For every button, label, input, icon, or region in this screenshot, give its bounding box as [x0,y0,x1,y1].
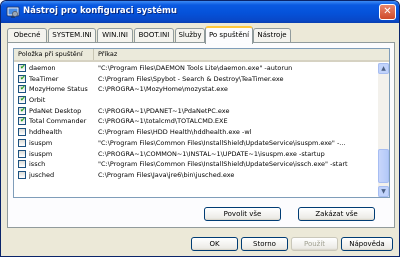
tab-services[interactable]: Služby [175,28,205,43]
column-header-command[interactable]: Příkaz [94,49,379,60]
tab-boot-ini[interactable]: BOOT.INI [134,28,174,43]
startup-item-name: Orbit [29,96,46,105]
ok-button[interactable]: OK [191,237,238,251]
checkmark-icon: ✔ [20,95,26,104]
checkmark-icon: ✔ [20,73,26,82]
startup-item-checkbox[interactable] [18,160,26,169]
enable-all-button[interactable]: Povolit vše [204,207,281,221]
startup-item-name: MozyHome Status [29,85,88,94]
scroll-up-arrow-icon[interactable]: ▲ [378,63,389,74]
startup-items-list[interactable]: Položka při spuštění Příkaz ✔ daemon "C:\P… [13,48,390,198]
startup-item-name: hddhealth [29,128,62,137]
startup-item-command: C:\Program Files\Spybot - Search & Destr… [98,74,284,83]
list-item[interactable]: ✔ Orbit [14,95,378,106]
startup-item-name: daemon [29,64,56,72]
close-button[interactable]: ✕ [379,4,396,20]
list-item[interactable]: issch "C:\Program Files\Common Files\Inst… [14,159,378,170]
checkmark-icon: ✔ [20,84,26,93]
startup-item-checkbox[interactable]: ✔ [18,63,26,72]
disable-all-button[interactable]: Zakázat vše [298,207,375,221]
checkmark-icon: ✔ [20,116,26,125]
startup-item-name: Total Commander [29,117,87,126]
startup-item-name: TeaTimer [29,74,59,83]
system-config-app-icon [6,5,20,19]
startup-item-checkbox[interactable]: ✔ [18,84,26,94]
list-item[interactable]: ✔ daemon "C:\Program Files\DAEMON Tools Li… [14,63,378,74]
apply-button: Použít [291,237,338,251]
startup-item-checkbox[interactable]: ✔ [18,95,26,105]
startup-item-name: isuspm [29,149,53,158]
startup-item-checkbox[interactable] [18,170,26,179]
cancel-button[interactable]: Storno [241,237,288,251]
startup-item-command: C:\Program Files\HDD Health\hddhealth.ex… [98,128,252,137]
list-rows: ✔ daemon "C:\Program Files\DAEMON Tools Li… [14,63,378,181]
startup-item-name: issch [29,160,46,169]
tab-tools[interactable]: Nástroje [253,28,291,43]
startup-item-command: C:\Program Files\Java\jre6\bin\jusched.e… [98,170,235,179]
startup-item-checkbox[interactable] [18,138,26,147]
startup-item-command: C:\PROGRA~1\PDANET~1\PdaNetPC.exe [98,106,230,115]
help-button[interactable]: Nápověda [341,237,393,251]
startup-item-command: C:\PROGRA~1\MozyHome\mozystat.exe [98,85,228,94]
system-config-window: Nástroj pro konfiguraci systému ✕ Obecné… [0,0,400,257]
startup-item-checkbox[interactable]: ✔ [18,105,26,115]
checkmark-icon: ✔ [20,105,26,114]
startup-item-command: "C:\Program Files\Common Files\InstallSh… [98,160,348,169]
startup-item-checkbox[interactable] [18,128,26,137]
tab-strip: Obecné SYSTEM.INI WIN.INI BOOT.INI Služb… [7,26,395,44]
title-bar[interactable]: Nástroj pro konfiguraci systému ✕ [1,1,399,23]
window-title: Nástroj pro konfiguraci systému [23,6,177,16]
list-item[interactable]: jusched C:\Program Files\Java\jre6\bin\ju… [14,170,378,181]
column-header-startup-item[interactable]: Položka při spuštění [14,49,94,60]
list-item[interactable]: ✔ Total Commander C:\PROGRA~1\totalcmd\TOT… [14,116,378,127]
startup-item-name: isuspm [29,138,53,147]
list-item[interactable]: isuspm C:\PROGRA~1\COMMON~1\INSTAL~1\UPDA… [14,149,378,160]
scroll-thumb[interactable] [378,149,389,183]
startup-item-checkbox[interactable]: ✔ [18,116,26,126]
startup-item-checkbox[interactable]: ✔ [18,73,26,83]
tab-general[interactable]: Obecné [7,28,47,43]
startup-item-checkbox[interactable] [18,149,26,158]
checkmark-icon: ✔ [20,63,26,71]
startup-item-command: C:\PROGRA~1\totalcmd\TOTALCMD.EXE [98,117,228,126]
list-header: Položka při spuštění Příkaz [14,49,389,62]
list-item[interactable]: hddhealth C:\Program Files\HDD Health\hdd… [14,127,378,138]
tab-startup[interactable]: Po spuštění [205,26,253,44]
startup-item-name: PdaNet Desktop [29,106,82,115]
tab-system-ini[interactable]: SYSTEM.INI [48,28,96,43]
startup-item-command: "C:\Program Files\DAEMON Tools Lite\daem… [98,64,293,72]
startup-item-name: jusched [29,170,55,179]
list-item[interactable]: ✔ PdaNet Desktop C:\PROGRA~1\PDANET~1\PdaN… [14,106,378,117]
tab-win-ini[interactable]: WIN.INI [97,28,133,43]
list-item[interactable]: isuspm "C:\Program Files\Common Files\Ins… [14,138,378,149]
list-item[interactable]: ✔ TeaTimer C:\Program Files\Spybot - Searc… [14,74,378,85]
startup-tab-panel: Položka při spuštění Příkaz ✔ daemon "C:\P… [7,42,395,228]
vertical-scrollbar[interactable]: ▲ ▼ [378,63,389,197]
startup-item-command: "C:\Program Files\Common Files\InstallSh… [98,138,346,147]
scroll-down-arrow-icon[interactable]: ▼ [378,186,389,197]
startup-item-command: C:\PROGRA~1\COMMON~1\INSTAL~1\UPDATE~1\i… [98,149,325,158]
list-item[interactable]: ✔ MozyHome Status C:\PROGRA~1\MozyHome\moz… [14,84,378,95]
